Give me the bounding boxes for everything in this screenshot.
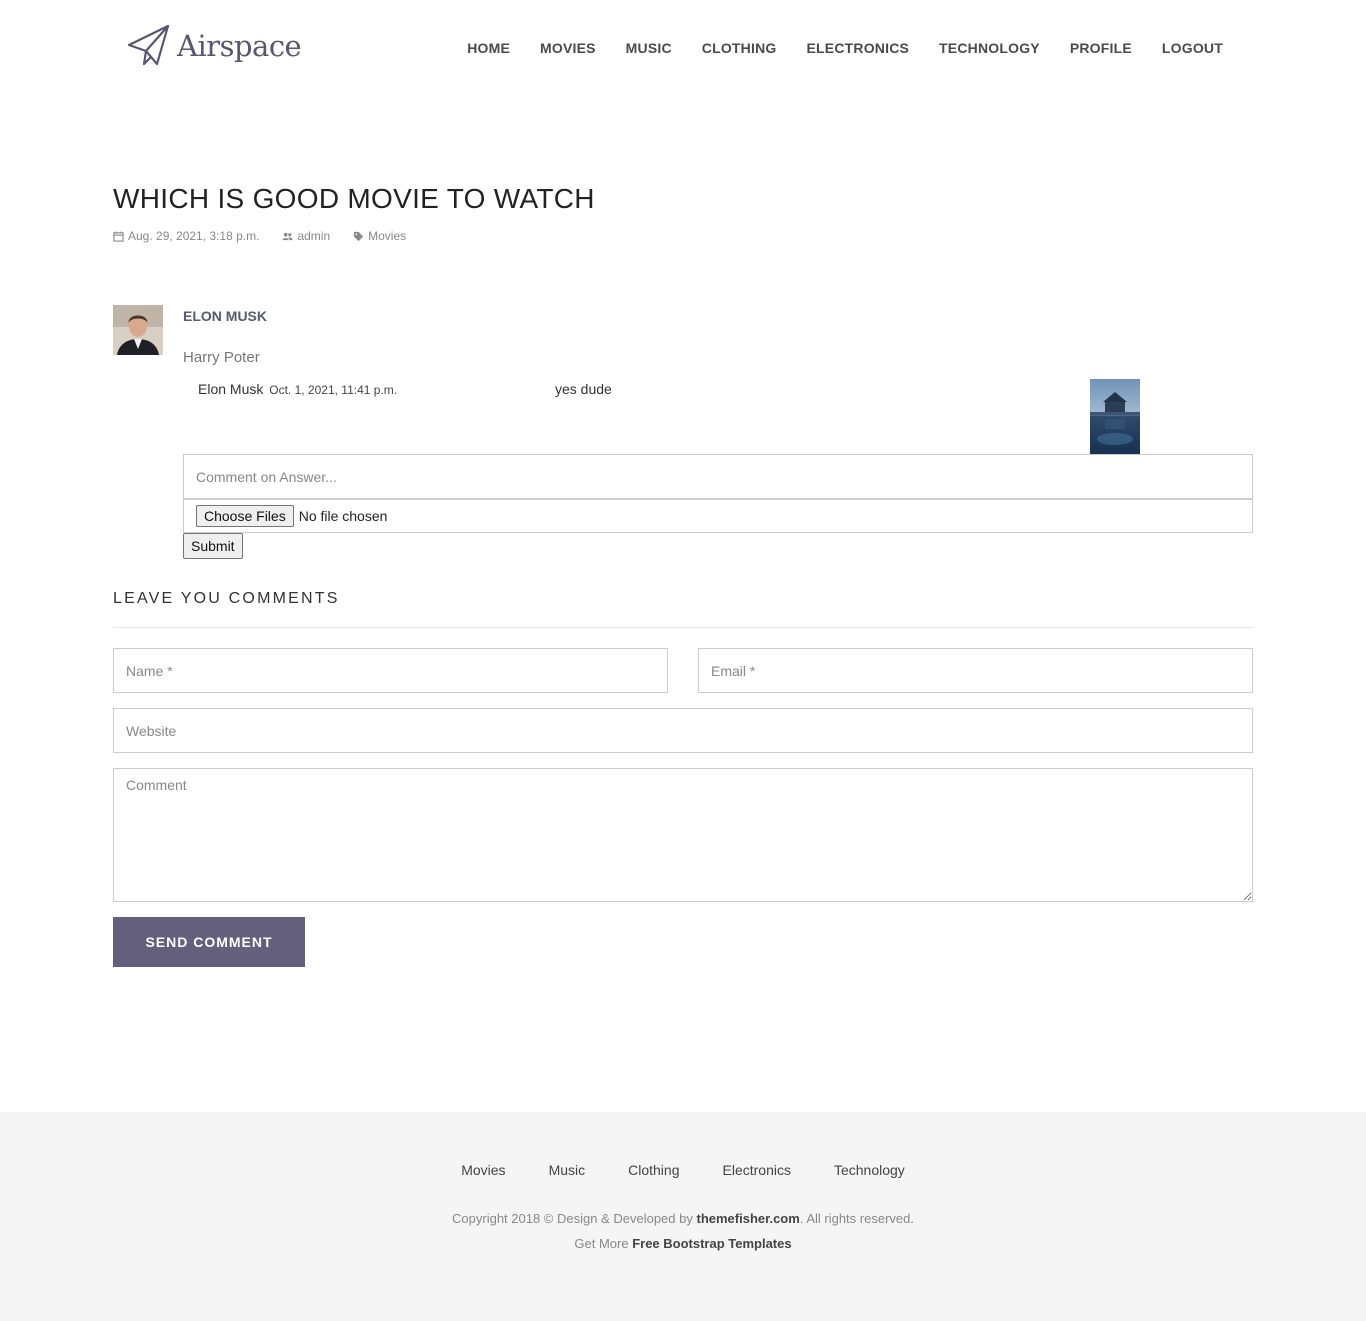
footer-link-technology[interactable]: Technology <box>834 1162 905 1178</box>
copyright: Copyright 2018 © Design & Developed by t… <box>0 1211 1366 1226</box>
users-icon <box>282 232 293 240</box>
post-author: admin <box>282 229 330 243</box>
post-title: WHICH IS GOOD MOVIE TO WATCH <box>113 183 595 214</box>
nav-movies[interactable]: MOVIES <box>540 40 596 56</box>
footer-link-music[interactable]: Music <box>549 1162 586 1178</box>
footer-nav: Movies Music Clothing Electronics Techno… <box>0 1162 1366 1178</box>
name-input[interactable] <box>113 648 668 693</box>
reply-author: Elon Musk <box>198 381 264 397</box>
avatar <box>113 305 163 355</box>
nav-electronics[interactable]: ELECTRONICS <box>807 40 910 56</box>
paper-plane-logo-icon <box>127 24 170 66</box>
nav-home[interactable]: HOME <box>467 40 510 56</box>
footer-link-movies[interactable]: Movies <box>461 1162 505 1178</box>
reply-date: Oct. 1, 2021, 11:41 p.m. <box>269 383 398 397</box>
comment-author: ELON MUSK <box>183 308 267 324</box>
reply-attachment-image[interactable] <box>1090 379 1140 454</box>
post-date: Aug. 29, 2021, 3:18 p.m. <box>113 229 259 243</box>
comment-textarea[interactable] <box>113 768 1253 902</box>
logo-text: Airspace <box>177 29 302 63</box>
post-category-text[interactable]: Movies <box>368 229 406 243</box>
post-date-text: Aug. 29, 2021, 3:18 p.m. <box>128 229 260 243</box>
reply-text: yes dude <box>555 381 612 397</box>
logo[interactable]: Airspace <box>127 24 302 68</box>
site-footer: Movies Music Clothing Electronics Techno… <box>0 1112 1366 1321</box>
divider <box>113 627 1253 628</box>
answer-comment-input[interactable] <box>183 454 1253 499</box>
file-status-text: No file chosen <box>298 508 388 524</box>
submit-answer-button[interactable]: Submit <box>183 533 243 559</box>
post-category: Movies <box>353 229 406 243</box>
footer-link-electronics[interactable]: Electronics <box>723 1162 791 1178</box>
nav-clothing[interactable]: CLOTHING <box>702 40 777 56</box>
main-nav: HOME MOVIES MUSIC CLOTHING ELECTRONICS T… <box>437 40 1223 56</box>
nav-technology[interactable]: TECHNOLOGY <box>939 40 1040 56</box>
nav-logout[interactable]: LOGOUT <box>1162 40 1223 56</box>
nav-profile[interactable]: PROFILE <box>1070 40 1132 56</box>
comment-text: Harry Poter <box>183 349 260 366</box>
themefisher-link[interactable]: themefisher.com <box>696 1211 799 1226</box>
website-input[interactable] <box>113 708 1253 753</box>
more-templates: Get More Free Bootstrap Templates <box>0 1236 1366 1251</box>
copyright-prefix: Copyright 2018 © Design & Developed by <box>452 1211 697 1226</box>
footer-link-clothing[interactable]: Clothing <box>628 1162 679 1178</box>
send-comment-button[interactable]: SEND COMMENT <box>113 917 305 967</box>
post-meta: Aug. 29, 2021, 3:18 p.m. admin Movies <box>113 229 429 243</box>
free-templates-link[interactable]: Free Bootstrap Templates <box>632 1236 791 1251</box>
site-header: Airspace HOME MOVIES MUSIC CLOTHING ELEC… <box>0 0 1366 100</box>
email-input[interactable] <box>698 648 1253 693</box>
choose-files-button[interactable]: Choose Files <box>196 505 294 527</box>
nav-music[interactable]: MUSIC <box>626 40 672 56</box>
reply-author-line: Elon Musk Oct. 1, 2021, 11:41 p.m. <box>198 381 397 397</box>
post-author-text[interactable]: admin <box>297 229 330 243</box>
copyright-suffix: . All rights reserved. <box>799 1211 914 1226</box>
calendar-icon <box>113 230 124 242</box>
more-prefix: Get More <box>574 1236 633 1251</box>
leave-comments-title: LEAVE YOU COMMENTS <box>113 590 340 607</box>
tag-icon <box>354 231 364 241</box>
file-upload-field: Choose Files No file chosen <box>183 499 1253 533</box>
